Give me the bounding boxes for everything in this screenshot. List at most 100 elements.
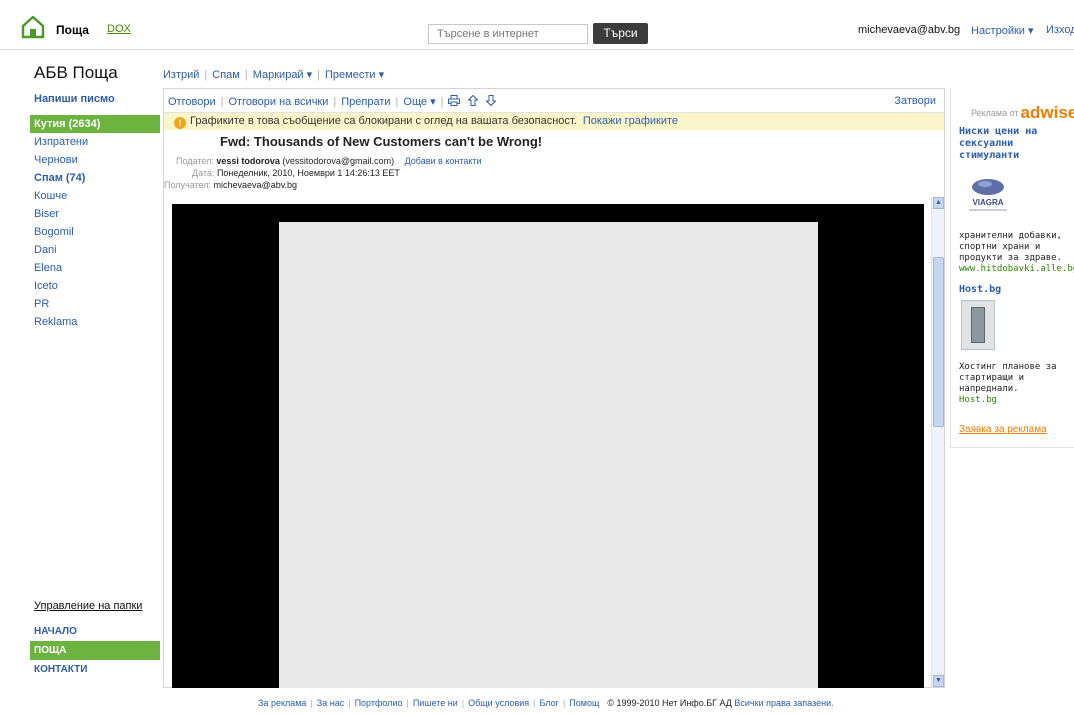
from-row: Подател: vessi todorova (vessitodorova@g…	[176, 156, 482, 166]
message-subject: Fwd: Thousands of New Customers can't be…	[220, 134, 543, 149]
footer-link-blog[interactable]: Блог	[539, 698, 558, 708]
compose-button[interactable]: Напиши писмо	[34, 93, 115, 105]
search-button[interactable]: Търси	[593, 23, 648, 44]
images-blocked-banner: ! Графиките в това съобщение са блокирани…	[164, 113, 944, 130]
warning-icon: !	[174, 117, 186, 129]
footer-link-terms[interactable]: Общи условия	[468, 698, 529, 708]
folder-bogomil[interactable]: Bogomil	[30, 223, 160, 241]
date-label: Дата:	[192, 168, 215, 178]
folder-reklama[interactable]: Reklama	[30, 313, 160, 331]
to-label: Получател:	[164, 180, 212, 190]
footer-link-contact[interactable]: Пишете ни	[413, 698, 458, 708]
folder-drafts[interactable]: Чернови	[30, 151, 160, 169]
ad1-text: хранителни добавки, спортни храни и прод…	[959, 231, 1062, 263]
mark-menu[interactable]: Маркирай ▾	[253, 69, 312, 81]
move-menu[interactable]: Премести ▾	[325, 69, 384, 81]
ad2-url[interactable]: Host.bg	[959, 395, 997, 405]
from-label: Подател:	[176, 156, 214, 166]
sidebar-title: АБВ Поща	[34, 63, 118, 82]
divider: |	[533, 698, 536, 708]
date-value: Понеделник, 2010, Ноември 1 14:26:13 EET	[216, 168, 400, 178]
divider: |	[204, 69, 208, 81]
scroll-up-arrow-icon[interactable]: ▲	[933, 197, 944, 209]
message-scrollbar[interactable]: ▲ ▼	[931, 197, 944, 687]
sender-name: vessi todorova	[216, 156, 280, 166]
settings-menu[interactable]: Настройки ▾	[971, 24, 1034, 37]
divider: |	[440, 96, 444, 108]
scroll-thumb[interactable]	[933, 257, 944, 427]
previous-message-icon[interactable]	[467, 94, 480, 106]
divider: |	[461, 698, 465, 708]
folder-spam[interactable]: Спам (74)	[30, 169, 160, 187]
nav-mail[interactable]: ПОЩА	[30, 641, 160, 660]
blocked-content-area	[279, 222, 818, 688]
folder-biser[interactable]: Biser	[30, 205, 160, 223]
adwise-logo[interactable]: adwise	[1021, 103, 1074, 122]
date-row: Дата: Понеделник, 2010, Ноември 1 14:26:…	[192, 168, 400, 178]
add-contact-link[interactable]: Добави в контакти	[405, 156, 482, 166]
folder-sent[interactable]: Изпратени	[30, 133, 160, 151]
footer-link-help[interactable]: Помощ	[569, 698, 599, 708]
ad1-url[interactable]: www.hitdobavki.alle.bg	[959, 264, 1074, 274]
show-images-link[interactable]: Покажи графиките	[583, 115, 678, 127]
folder-trash[interactable]: Кошче	[30, 187, 160, 205]
home-logo-icon[interactable]	[20, 14, 46, 40]
close-button[interactable]: Затвори	[894, 95, 936, 107]
ads-provider: Реклама от adwise	[971, 103, 1074, 123]
actions-toolbar: Изтрий | Спам | Маркирай ▾ | Премести ▾	[163, 68, 384, 81]
ads-by-label: Реклама от	[971, 108, 1019, 118]
folder-iceto[interactable]: Iceto	[30, 277, 160, 295]
viagra-product-image[interactable]: VIAGRA	[963, 173, 1013, 215]
divider: |	[562, 698, 566, 708]
sender-email: (vessitodorova@gmail.com)	[282, 156, 395, 166]
scroll-down-arrow-icon[interactable]: ▼	[933, 675, 944, 687]
dox-link[interactable]: DOX	[107, 23, 131, 35]
divider: |	[244, 69, 248, 81]
footer-link-ads[interactable]: За реклама	[258, 698, 306, 708]
ads-column: Реклама от adwise Ниски цени на сексуални…	[950, 88, 1074, 448]
user-email: michevaeva@abv.bg	[858, 24, 961, 36]
footer-link-portfolio[interactable]: Портфолио	[355, 698, 403, 708]
message-toolbar: Отговори | Отговори на всички | Препрати | Още…	[164, 89, 944, 113]
next-message-icon[interactable]	[485, 95, 498, 107]
nav-home[interactable]: НАЧАЛО	[30, 622, 160, 641]
warning-text: Графиките в това съобщение са блокирани …	[190, 115, 577, 127]
logout-link[interactable]: Изход	[1046, 24, 1074, 36]
message-body[interactable]	[172, 204, 924, 688]
recipient: michevaeva@abv.bg	[213, 180, 298, 190]
forward-button[interactable]: Препрати	[341, 96, 390, 108]
more-menu[interactable]: Още ▾	[403, 96, 435, 108]
divider: |	[220, 96, 224, 108]
ad2-title[interactable]: Host.bg	[959, 284, 1074, 296]
divider: |	[348, 698, 351, 708]
top-bar: Поща DOX Търси michevaeva@abv.bg Настрой…	[0, 0, 1074, 50]
folder-dani[interactable]: Dani	[30, 241, 160, 259]
divider: |	[333, 96, 337, 108]
folder-elena[interactable]: Elena	[30, 259, 160, 277]
divider: |	[395, 96, 399, 108]
folder-pr[interactable]: PR	[30, 295, 160, 313]
to-row: Получател: michevaeva@abv.bg	[164, 180, 297, 190]
search-input[interactable]	[428, 24, 588, 44]
print-icon[interactable]	[448, 95, 461, 106]
footer-link-about[interactable]: За нас	[317, 698, 344, 708]
divider: |	[317, 69, 321, 81]
message-panel: Отговори | Отговори на всички | Препрати | Още…	[163, 88, 945, 688]
divider: |	[310, 698, 313, 708]
folder-list: Кутия (2634) Изпратени Чернови Спам (74)…	[30, 115, 160, 331]
ad1-brand: VIAGRA	[972, 198, 1003, 207]
nav-contacts[interactable]: КОНТАКТИ	[30, 660, 160, 679]
reply-all-button[interactable]: Отговори на всички	[228, 96, 328, 108]
all-rights-link[interactable]: Всички права запазени.	[734, 698, 833, 708]
delete-button[interactable]: Изтрий	[163, 69, 199, 81]
copyright-text: © 1999-2010 Нет Инфо.БГ АД	[607, 698, 732, 708]
ad2-text: Хостинг планове за стартиращи и напредна…	[959, 362, 1057, 394]
app-name[interactable]: Поща	[56, 23, 89, 37]
manage-folders-link[interactable]: Управление на папки	[34, 600, 142, 612]
reply-button[interactable]: Отговори	[168, 96, 216, 108]
spam-button[interactable]: Спам	[212, 69, 240, 81]
folder-inbox[interactable]: Кутия (2634)	[30, 115, 160, 133]
ad1-title[interactable]: Ниски цени на сексуални стимуланти	[959, 126, 1074, 162]
server-image[interactable]	[961, 300, 995, 350]
order-ad-link[interactable]: Заявка за реклама	[959, 424, 1047, 435]
